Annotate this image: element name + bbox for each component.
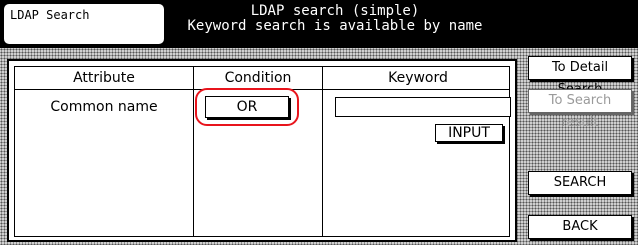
condition-or-button[interactable]: OR xyxy=(205,96,289,118)
screen-tab: LDAP Search xyxy=(4,4,164,44)
attribute-common-name: Common name xyxy=(50,99,158,115)
column-divider xyxy=(322,67,323,236)
ldap-search-screen: LDAP Search LDAP search (simple) Keyword… xyxy=(0,0,638,245)
keyword-input[interactable] xyxy=(335,97,511,117)
column-divider xyxy=(193,67,194,236)
column-header-keyword: Keyword xyxy=(388,70,448,86)
input-button[interactable]: INPUT xyxy=(435,124,503,142)
screen-title: LDAP search (simple) Keyword search is a… xyxy=(170,4,500,34)
search-panel: Attribute Condition Keyword Common name … xyxy=(7,59,517,242)
content-area: Attribute Condition Keyword Common name … xyxy=(0,48,638,245)
header-bar: LDAP Search LDAP search (simple) Keyword… xyxy=(0,0,638,48)
search-table: Attribute Condition Keyword Common name … xyxy=(14,66,511,237)
to-search-result-button[interactable]: To Search result xyxy=(528,89,632,130)
to-detail-search-button[interactable]: To Detail Search xyxy=(528,56,632,97)
back-button[interactable]: BACK xyxy=(528,215,632,239)
column-header-attribute: Attribute xyxy=(73,70,135,86)
search-button[interactable]: SEARCH xyxy=(528,171,632,195)
title-line-2: Keyword search is available by name xyxy=(187,18,483,34)
title-line-1: LDAP search (simple) xyxy=(250,3,420,19)
column-header-condition: Condition xyxy=(224,70,292,86)
